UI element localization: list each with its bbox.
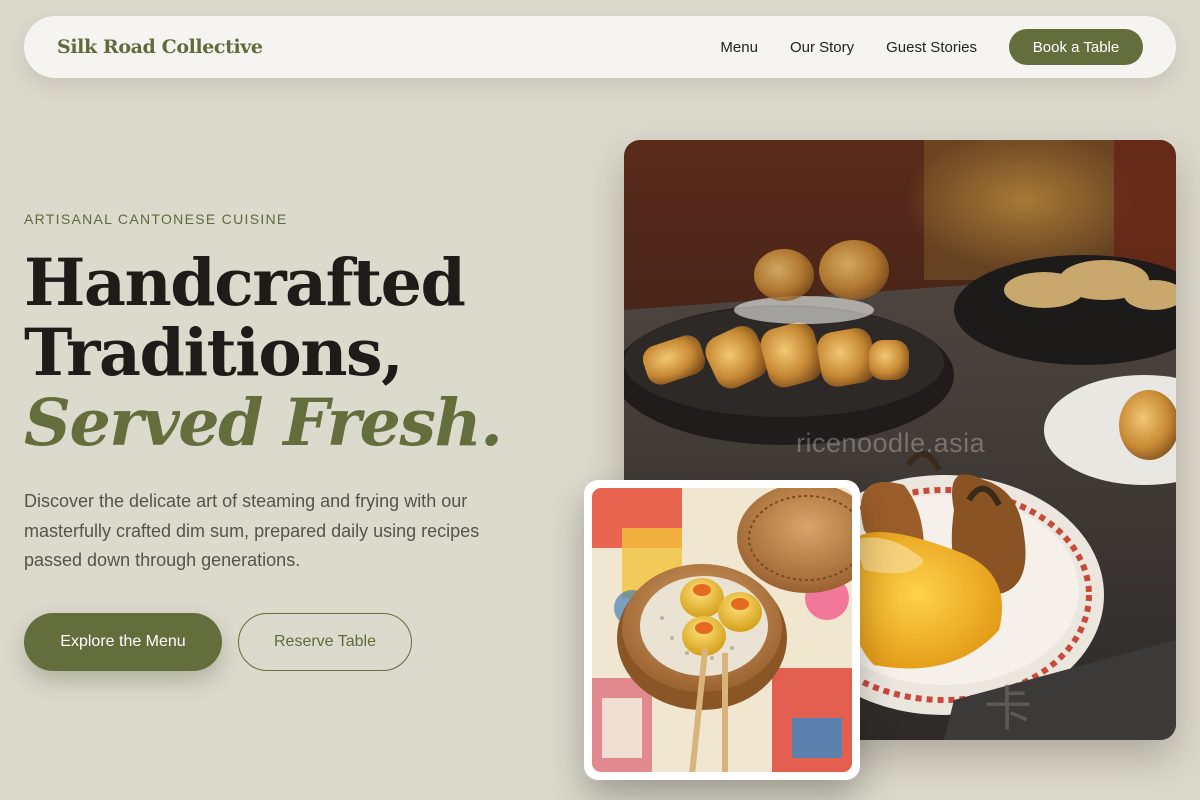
hero-description: Discover the delicate art of steaming an… — [24, 491, 480, 570]
nav-link-menu[interactable]: Menu — [720, 39, 758, 56]
headline-line-1: Handcrafted — [24, 245, 466, 321]
photo-watermark: ricenoodle.asia — [796, 428, 986, 458]
headline-line-2: Traditions, — [24, 315, 404, 391]
hero-eyebrow: ARTISANAL CANTONESE CUISINE — [24, 211, 288, 227]
brand-logo[interactable]: Silk Road Collective — [57, 36, 263, 58]
explore-menu-button[interactable]: Explore the Menu — [24, 613, 222, 671]
inset-photo-illustration — [592, 488, 852, 772]
inset-food-photo — [584, 480, 860, 780]
headline-accent: Served Fresh. — [24, 385, 503, 461]
nav-link-our-story[interactable]: Our Story — [790, 39, 854, 56]
hero-headline: Handcrafted Traditions, Served Fresh. — [24, 248, 584, 458]
nav-links: Menu Our Story Guest Stories Book a Tabl… — [720, 29, 1143, 65]
landing-page: Silk Road Collective Menu Our Story Gues… — [0, 0, 1200, 800]
navbar: Silk Road Collective Menu Our Story Gues… — [24, 16, 1176, 78]
book-table-button[interactable]: Book a Table — [1009, 29, 1143, 65]
svg-text:卡: 卡 — [984, 681, 1032, 737]
reserve-table-button[interactable]: Reserve Table — [238, 613, 412, 671]
nav-link-guest-stories[interactable]: Guest Stories — [886, 39, 977, 56]
inset-photo-frame — [592, 488, 852, 772]
